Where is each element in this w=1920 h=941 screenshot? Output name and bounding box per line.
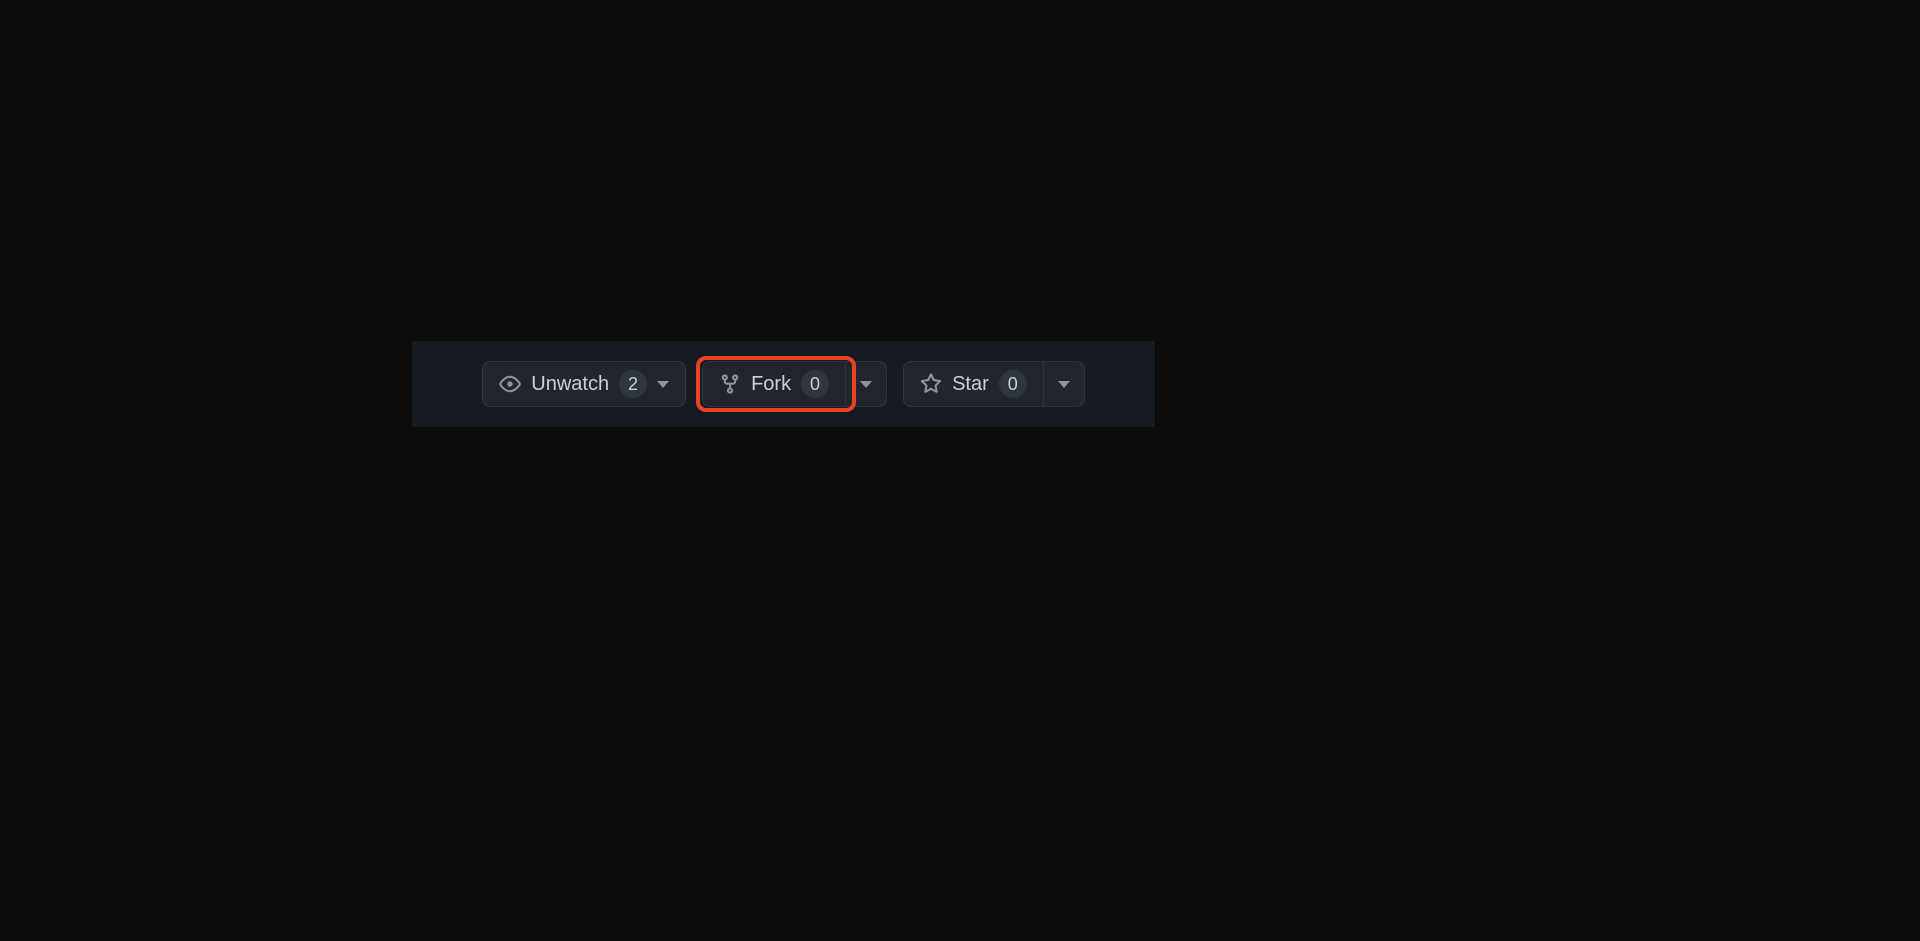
unwatch-button[interactable]: Unwatch 2: [482, 361, 686, 407]
fork-count-badge: 0: [801, 370, 829, 398]
star-button[interactable]: Star 0: [903, 361, 1044, 407]
fork-button[interactable]: Fork 0: [702, 361, 846, 407]
fork-button-group: Fork 0: [702, 361, 887, 407]
fork-dropdown-button[interactable]: [846, 361, 887, 407]
repo-actions-toolbar: Unwatch 2 Fork 0 Star 0: [412, 341, 1155, 427]
fork-label: Fork: [751, 373, 791, 396]
star-icon: [920, 373, 942, 395]
fork-icon: [719, 373, 741, 395]
caret-down-icon: [657, 381, 669, 388]
eye-icon: [499, 373, 521, 395]
star-label: Star: [952, 373, 989, 396]
star-dropdown-button[interactable]: [1044, 361, 1085, 407]
caret-down-icon: [860, 381, 872, 388]
caret-down-icon: [1058, 381, 1070, 388]
star-button-group: Star 0: [903, 361, 1085, 407]
unwatch-label: Unwatch: [531, 373, 609, 396]
star-count-badge: 0: [999, 370, 1027, 398]
watch-count-badge: 2: [619, 370, 647, 398]
watch-button-group: Unwatch 2: [482, 361, 686, 407]
